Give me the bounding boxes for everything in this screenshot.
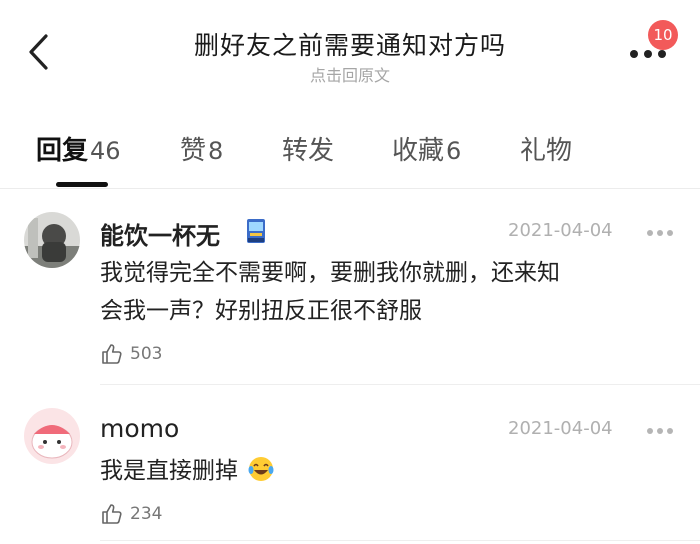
comment-more-icon[interactable] <box>646 228 674 238</box>
thumbs-up-icon <box>102 504 122 524</box>
tab-favorites[interactable]: 收藏6 <box>392 130 461 167</box>
avatar[interactable] <box>24 212 80 268</box>
tab-count: 46 <box>90 137 121 165</box>
tab-reposts[interactable]: 转发 <box>282 130 334 167</box>
tab-label: 赞 <box>180 136 207 166</box>
comment-date: 2021-04-04 <box>508 418 613 439</box>
divider <box>100 384 700 385</box>
view-original-link[interactable]: 点击回原文 <box>0 62 700 86</box>
tab-count: 8 <box>208 137 224 165</box>
tab-likes[interactable]: 赞8 <box>180 130 223 167</box>
username[interactable]: 能饮一杯无 <box>100 216 220 251</box>
tab-gifts[interactable]: 礼物 <box>520 130 572 167</box>
comment-more-icon[interactable] <box>646 426 674 436</box>
divider <box>0 188 700 189</box>
avatar[interactable] <box>24 408 80 464</box>
tab-label: 回复 <box>36 136 89 166</box>
tears-of-joy-icon <box>248 457 274 481</box>
top-bar: 删好友之前需要通知对方吗 点击回原文 10 <box>0 0 700 100</box>
divider <box>100 540 700 541</box>
tab-replies[interactable]: 回复46 <box>36 130 121 167</box>
page-title: 删好友之前需要通知对方吗 <box>193 31 506 60</box>
comment-text-line: 我觉得完全不需要啊，要删我你就删，还来知 <box>100 260 560 286</box>
notification-badge: 10 <box>648 20 678 50</box>
tab-count: 6 <box>446 137 462 165</box>
tab-label: 礼物 <box>520 136 573 166</box>
tab-label: 收藏 <box>392 136 445 166</box>
like-count: 503 <box>130 344 163 364</box>
active-tab-indicator <box>56 182 108 187</box>
thumbs-up-icon <box>102 344 122 364</box>
comment-date: 2021-04-04 <box>508 220 613 241</box>
comment-text-line: 会我一声？好别扭反正很不舒服 <box>100 298 422 324</box>
comment-text: 我是直接删掉 <box>100 452 660 490</box>
comment-text-line: 我是直接删掉 <box>100 458 238 484</box>
tab-bar: 回复46 赞8 转发 收藏6 礼物 <box>0 128 700 188</box>
arcade-machine-icon <box>247 219 265 243</box>
username[interactable]: momo <box>100 414 179 443</box>
tab-label: 转发 <box>282 136 335 166</box>
comment-text: 我觉得完全不需要啊，要删我你就删，还来知 会我一声？好别扭反正很不舒服 <box>100 254 660 330</box>
like-count: 234 <box>130 504 163 524</box>
